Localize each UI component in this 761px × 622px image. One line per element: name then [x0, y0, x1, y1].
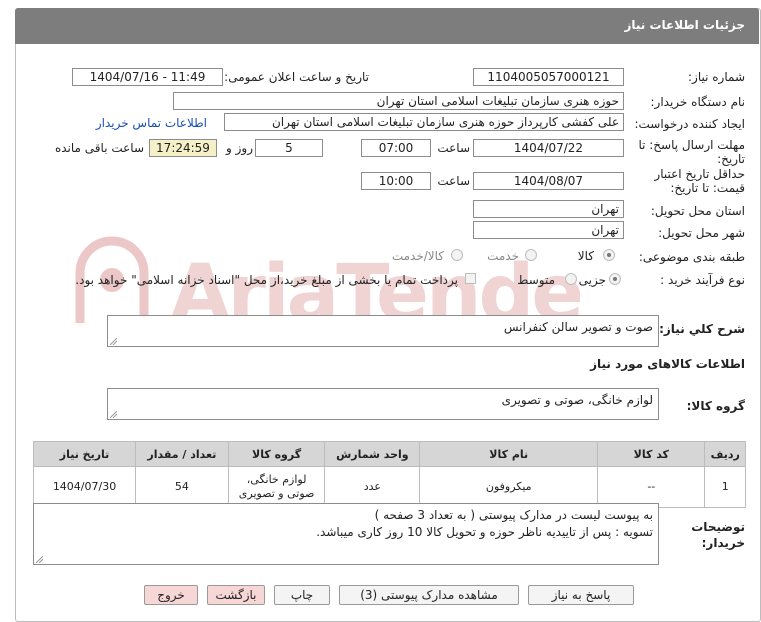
- remaining-time-field: 17:24:59: [149, 139, 217, 157]
- reply-deadline-label: مهلت ارسال پاسخ: تا: [638, 138, 745, 152]
- goods-info-title: اطلاعات کالاهای مورد نیاز: [590, 357, 745, 371]
- category-radio-goods-service[interactable]: [451, 249, 463, 261]
- col-header-name: نام کالا: [419, 441, 599, 467]
- validity-label: حداقل تاریخ اعتبار: [654, 167, 745, 181]
- print-button[interactable]: چاپ: [274, 585, 330, 605]
- cell-code: --: [597, 466, 706, 508]
- back-button[interactable]: بازگشت: [207, 585, 265, 605]
- process-label: نوع فرآیند خرید :: [660, 273, 745, 287]
- buyer-notes-line-1: به پیوست لیست در مدارک پیوستی ( به تعداد…: [374, 508, 653, 522]
- process-radio-minor[interactable]: [609, 273, 621, 285]
- col-header-code: کد کالا: [597, 441, 706, 467]
- city-label: شهر محل تحویل:: [658, 226, 745, 240]
- reply-button[interactable]: پاسخ به نیاز: [528, 585, 634, 605]
- reply-time-field: 07:00: [361, 139, 431, 157]
- resize-grip-icon: [110, 411, 117, 418]
- buyer-notes-label-2: خریدار:: [701, 536, 745, 550]
- cell-date: 1404/07/30: [32, 466, 137, 508]
- announce-date-label: تاریخ و ساعت اعلان عمومی:: [224, 70, 369, 84]
- summary-textarea[interactable]: صوت و تصویر سالن کنفرانس: [107, 315, 659, 347]
- goods-group-label: گروه کالا:: [686, 399, 745, 413]
- requester-field: علی کفشی کارپرداز حوزه هنری سازمان تبلیغ…: [224, 113, 624, 131]
- category-option-service: خدمت: [487, 249, 519, 263]
- remaining-time-label: ساعت باقی مانده: [54, 141, 144, 155]
- goods-table: ردیف کد کالا نام کالا واحد شمارش گروه کا…: [32, 441, 746, 508]
- buyer-org-label: نام دستگاه خریدار:: [650, 95, 746, 109]
- cell-row-number: 1: [704, 466, 746, 508]
- reply-date-field: 1404/07/22: [473, 139, 624, 157]
- category-radio-service[interactable]: [525, 249, 537, 261]
- col-header-unit: واحد شمارش: [324, 441, 421, 467]
- validity-date-field: 1404/08/07: [473, 172, 624, 190]
- table-row: 1 -- میکروفون عدد لوازم خانگی، صوتی و تص…: [32, 466, 746, 508]
- resize-grip-icon: [110, 338, 117, 345]
- treasury-payment-note: پرداخت تمام یا بخشی از مبلغ خرید،از محل …: [75, 273, 458, 287]
- col-header-date: تاریخ نیاز: [32, 441, 137, 467]
- need-number-field: 1104005057000121: [473, 68, 624, 86]
- validity-time-field: 10:00: [361, 172, 431, 190]
- process-option-minor: جزیی: [578, 273, 606, 287]
- process-radio-medium[interactable]: [565, 273, 577, 285]
- resize-grip-icon: [36, 556, 43, 563]
- treasury-payment-checkbox[interactable]: [465, 273, 476, 284]
- cell-group-line1: لوازم خانگی،: [246, 473, 307, 486]
- need-number-label: شماره نیاز:: [688, 70, 745, 84]
- buyer-contact-link[interactable]: اطلاعات تماس خریدار: [96, 116, 207, 130]
- col-header-qty: تعداد / مقدار: [135, 441, 229, 467]
- page-title: جزئیات اطلاعات نیاز: [624, 18, 745, 32]
- announce-date-field: 1404/07/16 - 11:49: [72, 68, 223, 86]
- buyer-notes-textarea[interactable]: به پیوست لیست در مدارک پیوستی ( به تعداد…: [33, 503, 659, 565]
- table-header-row: ردیف کد کالا نام کالا واحد شمارش گروه کا…: [32, 441, 746, 467]
- exit-button[interactable]: خروج: [144, 585, 198, 605]
- days-field: 5: [255, 139, 323, 157]
- col-header-group: گروه کالا: [227, 441, 326, 467]
- summary-label: شرح کلي نياز:: [659, 322, 745, 336]
- cell-group: لوازم خانگی، صوتی و تصویری: [227, 466, 326, 508]
- buyer-notes-line-2: تسویه : پس از تاییدیه ناظر حوزه و تحویل …: [316, 525, 653, 539]
- page-header: جزئیات اطلاعات نیاز: [15, 8, 759, 44]
- requester-label: ایجاد کننده درخواست:: [634, 117, 745, 131]
- reply-deadline-label-2: تاریخ:: [717, 152, 745, 166]
- goods-group-text: لوازم خانگی، صوتی و تصویری: [501, 393, 653, 407]
- view-documents-button[interactable]: مشاهده مدارک پیوستی (3): [339, 585, 519, 605]
- city-field: تهران: [473, 221, 624, 239]
- cell-qty: 54: [135, 466, 229, 508]
- reply-time-label: ساعت: [437, 141, 470, 155]
- province-field: تهران: [473, 200, 624, 218]
- goods-group-textarea[interactable]: لوازم خانگی، صوتی و تصویری: [107, 388, 659, 420]
- category-option-goods-service: کالا/خدمت: [391, 249, 444, 263]
- category-option-goods: کالا: [577, 249, 594, 263]
- cell-group-line2: صوتی و تصویری: [238, 487, 315, 500]
- category-radio-goods[interactable]: [603, 249, 615, 261]
- process-option-medium: متوسط: [517, 273, 555, 287]
- summary-text: صوت و تصویر سالن کنفرانس: [503, 320, 653, 334]
- days-label: روز و: [226, 141, 253, 155]
- validity-time-label: ساعت: [437, 174, 470, 188]
- buyer-org-field: حوزه هنری سازمان تبلیغات اسلامی استان ته…: [173, 92, 624, 110]
- col-header-row-number: ردیف: [704, 441, 746, 467]
- buyer-notes-label: توضیحات: [691, 520, 745, 534]
- cell-name: میکروفون: [419, 466, 599, 508]
- category-label: طبقه بندی موضوعی:: [638, 250, 745, 264]
- province-label: استان محل تحویل:: [650, 204, 745, 218]
- cell-unit: عدد: [324, 466, 421, 508]
- validity-label-2: قیمت: تا تاریخ:: [670, 181, 745, 195]
